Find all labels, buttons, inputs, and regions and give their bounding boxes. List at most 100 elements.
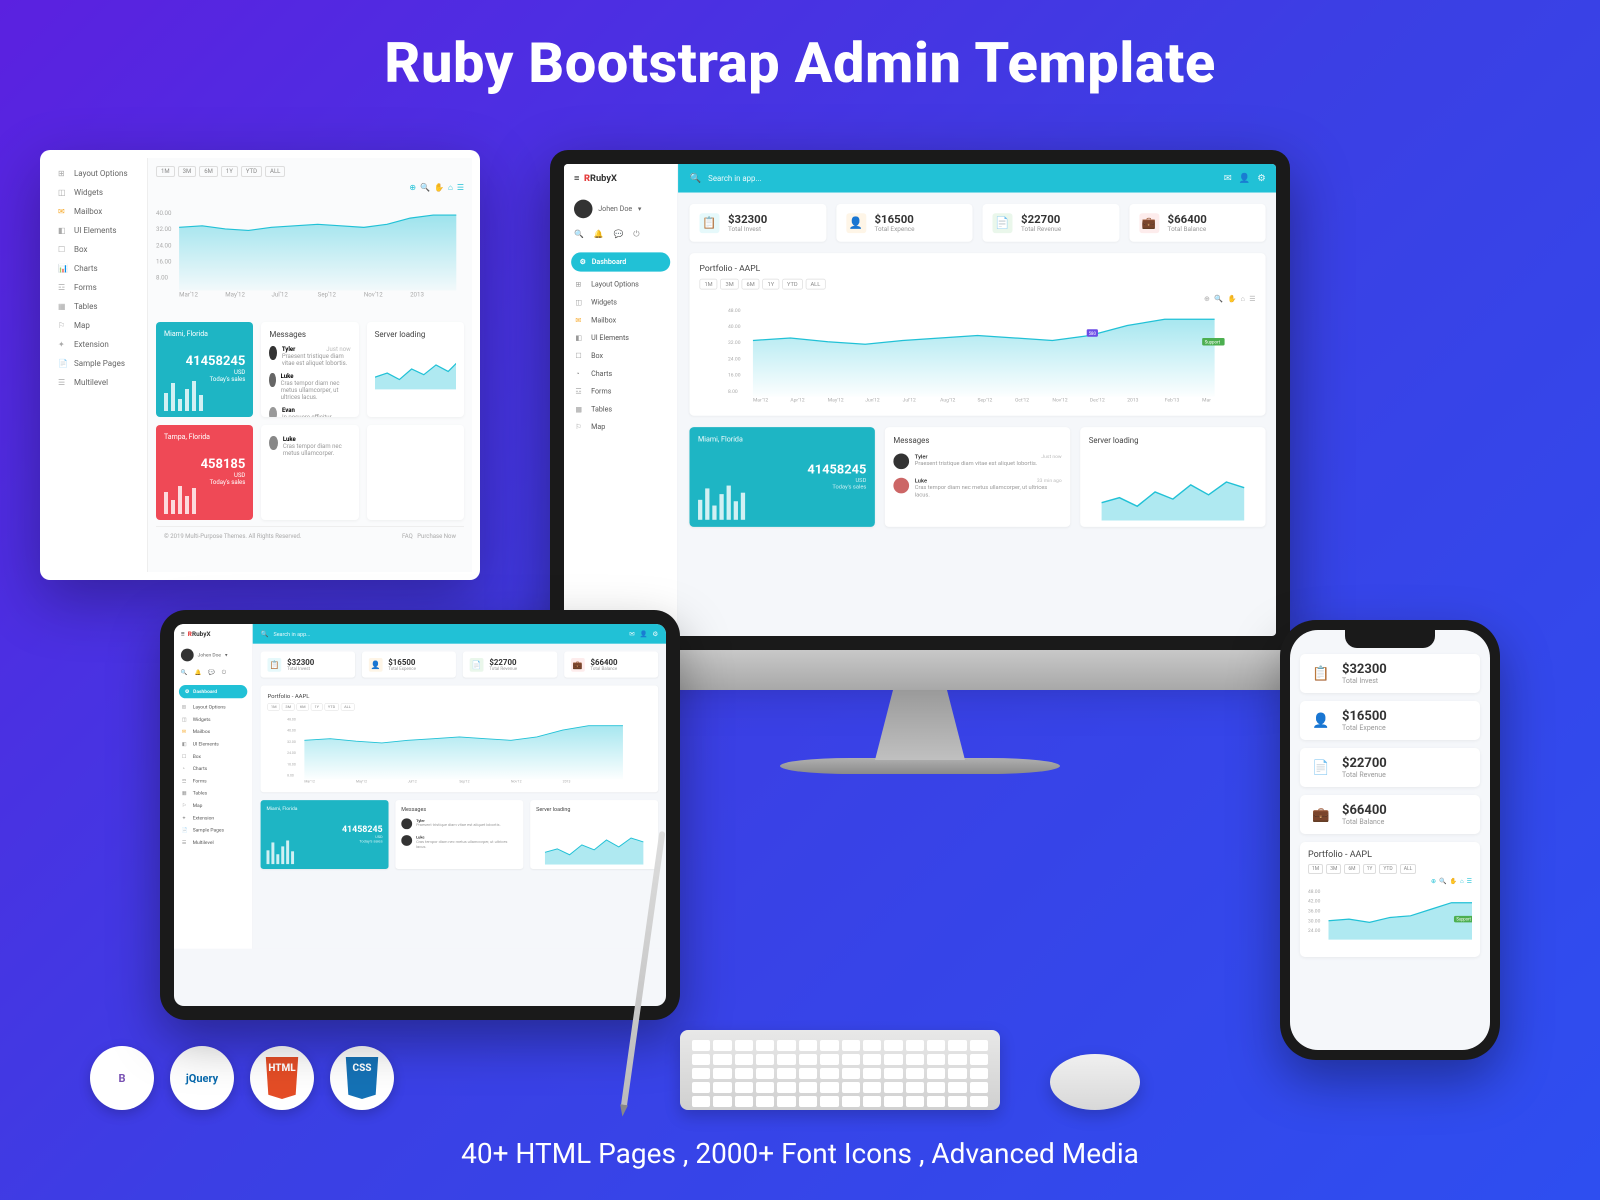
svg-text:Mar'12: Mar'12 — [179, 291, 198, 299]
range-buttons[interactable]: 1M3M6M1YYTDALL — [699, 279, 1255, 290]
topbar: 🔍 Search in app... ✉ 👤 ⚙ — [678, 164, 1276, 193]
power-icon[interactable]: ⏻ — [633, 230, 639, 240]
search-icon[interactable]: 🔍 — [574, 230, 584, 240]
nav-extension[interactable]: ✦Extension — [48, 335, 147, 354]
svg-text:Jul'12: Jul'12 — [408, 780, 417, 784]
nav-ui[interactable]: ◧UI Elements — [564, 329, 677, 347]
stat-expence: 👤$16500Total Expence — [836, 204, 973, 242]
nav-ui[interactable]: ◧UI Elements — [48, 221, 147, 240]
search-icon[interactable]: 🔍 — [689, 173, 701, 184]
chart-range[interactable]: 1M3M6M1YYTDALL — [156, 166, 464, 177]
portfolio-chart: Portfolio - AAPL 1M3M6M1YYTDALL ⊕🔍✋⌂☰ 48… — [1300, 842, 1480, 957]
tablet-mockup: ≡ RRubyX Johen Doe ▾ 🔍🔔💬⏻ ⚙Dashboard ⊞La… — [160, 610, 680, 1020]
svg-text:48.00: 48.00 — [1308, 889, 1321, 895]
nav-forms[interactable]: ☲Forms — [564, 383, 677, 401]
stat-invest: 📋$32300Total Invest — [1300, 654, 1480, 693]
svg-text:Nov'12: Nov'12 — [511, 780, 522, 784]
tech-badges: B jQuery HTML CSS — [90, 1046, 394, 1110]
jquery-badge: jQuery — [170, 1046, 234, 1110]
nav-box[interactable]: ☐Box — [48, 240, 147, 259]
css3-badge: CSS — [330, 1046, 394, 1110]
nav-layout[interactable]: ⊞Layout Options — [48, 164, 147, 183]
tool-icon[interactable]: ✋ — [1227, 295, 1236, 303]
svg-text:16.00: 16.00 — [287, 762, 296, 766]
svg-text:32.00: 32.00 — [287, 740, 296, 744]
svg-text:Support: Support — [1456, 918, 1471, 923]
tool-icon[interactable]: 🔍 — [420, 183, 430, 192]
chat-icon[interactable]: 💬 — [613, 230, 623, 240]
tool-icon[interactable]: ☰ — [1249, 295, 1255, 303]
nav-sample[interactable]: 📄Sample Pages — [48, 354, 147, 373]
nav-forms[interactable]: ☲Forms — [48, 278, 147, 297]
nav-map[interactable]: ⚐Map — [564, 419, 677, 437]
stat-revenue: 📄$22700Total Revenue — [983, 204, 1120, 242]
svg-text:Oct'12: Oct'12 — [1015, 398, 1029, 403]
tool-icon[interactable]: ⊕ — [409, 183, 416, 192]
nav-box[interactable]: ☐Box — [564, 347, 677, 365]
svg-text:48.00: 48.00 — [728, 308, 741, 314]
hero-title: Ruby Bootstrap Admin Template — [0, 30, 1600, 96]
svg-text:Mar'12: Mar'12 — [304, 780, 315, 784]
stat-balance: 💼$66400Total Balance — [1129, 204, 1266, 242]
nav-tables[interactable]: ▦Tables — [48, 297, 147, 316]
svg-text:Aug'12: Aug'12 — [940, 398, 955, 403]
user-icon[interactable]: 👤 — [1239, 173, 1251, 184]
svg-text:Apr'12: Apr'12 — [790, 398, 804, 403]
nav-tables[interactable]: ▦Tables — [564, 401, 677, 419]
messages-card: Messages Tyler Just nowPraesent tristiqu… — [261, 322, 358, 417]
stat-expence: 👤$16500Total Expence — [1300, 701, 1480, 740]
bell-icon[interactable]: 🔔 — [594, 230, 604, 240]
tool-icon[interactable]: ⌂ — [448, 183, 453, 192]
user-profile[interactable]: Johen Doe ▾ — [564, 193, 677, 226]
svg-text:580: 580 — [1089, 332, 1097, 337]
svg-text:2013: 2013 — [1127, 398, 1138, 403]
svg-text:36.00: 36.00 — [1308, 909, 1321, 915]
svg-text:Dec'12: Dec'12 — [1090, 398, 1105, 403]
svg-text:Sep'12: Sep'12 — [459, 780, 469, 784]
nav-charts[interactable]: ◔Charts — [564, 365, 677, 383]
svg-text:16.00: 16.00 — [728, 373, 741, 379]
svg-text:24.00: 24.00 — [156, 241, 172, 249]
nav-charts[interactable]: 📊Charts — [48, 259, 147, 278]
html5-badge: HTML — [250, 1046, 314, 1110]
gear-icon[interactable]: ⚙ — [1257, 173, 1265, 184]
svg-text:Feb'13: Feb'13 — [1165, 398, 1180, 403]
svg-text:42.00: 42.00 — [1308, 899, 1321, 905]
svg-text:May'12: May'12 — [828, 398, 844, 403]
tool-icon[interactable]: ☰ — [457, 183, 464, 192]
mail-icon[interactable]: ✉ — [1224, 173, 1232, 184]
miami-card: Miami, Florida 41458245 USD Today's sale… — [156, 322, 253, 417]
tool-icon[interactable]: 🔍 — [1214, 295, 1223, 303]
svg-text:Mar: Mar — [1202, 398, 1211, 403]
svg-text:30.00: 30.00 — [1308, 918, 1321, 924]
search-input[interactable]: Search in app... — [708, 174, 1216, 183]
svg-text:Sep'12: Sep'12 — [978, 398, 993, 403]
nav-multilevel[interactable]: ☰Multilevel — [48, 373, 147, 392]
sidebar: ⊞Layout Options ◫Widgets ✉Mailbox ◧UI El… — [48, 158, 148, 572]
svg-text:Nov'12: Nov'12 — [1052, 398, 1067, 403]
stat-revenue: 📄$22700Total Revenue — [1300, 748, 1480, 787]
svg-text:48.00: 48.00 — [287, 718, 296, 722]
tool-icon[interactable]: ✋ — [434, 183, 444, 192]
nav-mailbox[interactable]: ✉Mailbox — [48, 202, 147, 221]
nav-mailbox[interactable]: ✉Mailbox — [564, 312, 677, 330]
nav-layout[interactable]: ⊞Layout Options — [564, 276, 677, 294]
nav-widgets[interactable]: ◫Widgets — [48, 183, 147, 202]
tool-icon[interactable]: ⌂ — [1241, 295, 1245, 303]
svg-text:32.00: 32.00 — [728, 340, 741, 346]
tampa-card: Tampa, Florida 458185 USD Today's sales — [156, 425, 253, 520]
hero-subtitle: 40+ HTML Pages , 2000+ Font Icons , Adva… — [0, 1137, 1600, 1170]
mouse — [1050, 1054, 1140, 1110]
nav-dashboard[interactable]: ⚙Dashboard — [571, 252, 670, 271]
nav-map[interactable]: ⚐Map — [48, 316, 147, 335]
svg-text:Nov'12: Nov'12 — [364, 291, 383, 299]
preview-small: ⊞Layout Options ◫Widgets ✉Mailbox ◧UI El… — [40, 150, 480, 580]
svg-text:May'12: May'12 — [356, 780, 367, 784]
messages-card: Messages Tyler Just nowPraesent tristiqu… — [885, 427, 1070, 527]
svg-text:8.00: 8.00 — [287, 774, 294, 778]
svg-text:40.00: 40.00 — [728, 324, 741, 330]
server-card: Server loading — [367, 322, 464, 417]
svg-text:40.00: 40.00 — [287, 729, 296, 733]
tool-icon[interactable]: ⊕ — [1204, 295, 1210, 303]
nav-widgets[interactable]: ◫Widgets — [564, 294, 677, 312]
